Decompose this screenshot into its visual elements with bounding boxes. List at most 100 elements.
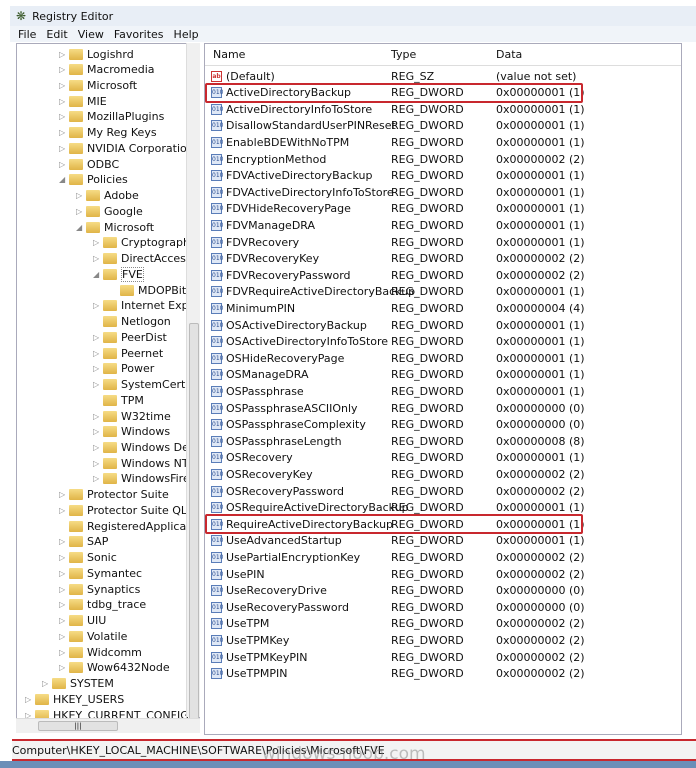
tree-item[interactable]: ▷ DirectAccessC: [93, 251, 199, 267]
value-row[interactable]: 010 FDVRequireActiveDirectoryBackup REG_DW…: [205, 284, 681, 300]
expand-arrow-icon[interactable]: ▷: [93, 301, 103, 310]
column-name[interactable]: Name: [213, 48, 245, 61]
collapse-arrow-icon[interactable]: ◢: [59, 175, 69, 184]
value-row[interactable]: 010 EnableBDEWithNoTPM REG_DWORD 0x00000001…: [205, 134, 681, 150]
value-row[interactable]: 010 OSRecoveryPassword REG_DWORD 0x00000002…: [205, 483, 681, 499]
tree-item[interactable]: ▷ Microsoft: [59, 77, 137, 93]
expand-arrow-icon[interactable]: ▷: [93, 254, 103, 263]
value-row[interactable]: 010 OSPassphrase REG_DWORD 0x00000001 (1): [205, 383, 681, 399]
expand-arrow-icon[interactable]: ▷: [93, 333, 103, 342]
expand-arrow-icon[interactable]: ▷: [93, 364, 103, 373]
tree-horizontal-scrollbar[interactable]: |||: [16, 718, 200, 733]
tree-item[interactable]: ▷ Windows NT: [93, 455, 189, 471]
value-row[interactable]: 010 OSRequireActiveDirectoryBackup REG_DWO…: [205, 500, 681, 516]
value-row[interactable]: 010 UseAdvancedStartup REG_DWORD 0x00000001…: [205, 533, 681, 549]
value-row[interactable]: 010 UsePIN REG_DWORD 0x00000002 (2): [205, 566, 681, 582]
expand-arrow-icon[interactable]: ▷: [59, 600, 69, 609]
tree-item[interactable]: ▷ Internet Explor: [93, 298, 199, 314]
value-row[interactable]: ab (Default) REG_SZ (value not set): [205, 68, 681, 84]
value-row[interactable]: 010 OSHideRecoveryPage REG_DWORD 0x00000001…: [205, 350, 681, 366]
expand-arrow-icon[interactable]: ▷: [59, 506, 69, 515]
tree-item[interactable]: ◢ FVE: [93, 266, 144, 282]
tree-item[interactable]: ▷ Wow6432Node: [59, 660, 170, 676]
expand-arrow-icon[interactable]: ▷: [76, 191, 86, 200]
value-row[interactable]: 010 OSActiveDirectoryBackup REG_DWORD 0x000…: [205, 317, 681, 333]
scrollbar-thumb[interactable]: |||: [38, 721, 118, 731]
value-row[interactable]: 010 UseTPMKey REG_DWORD 0x00000002 (2): [205, 632, 681, 648]
menu-edit[interactable]: Edit: [46, 28, 67, 41]
expand-arrow-icon[interactable]: ▷: [59, 160, 69, 169]
value-row[interactable]: 010 UseTPMKeyPIN REG_DWORD 0x00000002 (2): [205, 649, 681, 665]
value-row[interactable]: 010 OSActiveDirectoryInfoToStore REG_DWORD…: [205, 334, 681, 350]
expand-arrow-icon[interactable]: ▷: [76, 207, 86, 216]
expand-arrow-icon[interactable]: ▷: [59, 65, 69, 74]
value-row[interactable]: 010 OSRecovery REG_DWORD 0x00000001 (1): [205, 450, 681, 466]
value-row[interactable]: 010 UseRecoveryDrive REG_DWORD 0x00000000 (…: [205, 583, 681, 599]
tree-item[interactable]: ▷ UIU: [59, 613, 106, 629]
tree-item[interactable]: ▷ Windows: [93, 424, 170, 440]
tree-item[interactable]: ▷ WindowsFirew: [93, 471, 199, 487]
expand-arrow-icon[interactable]: ▷: [59, 553, 69, 562]
tree-item[interactable]: ◢ Microsoft: [76, 219, 154, 235]
tree-item[interactable]: ▷ Peernet: [93, 345, 163, 361]
expand-arrow-icon[interactable]: ▷: [59, 663, 69, 672]
tree-item[interactable]: ▷ tdbg_trace: [59, 597, 146, 613]
value-row[interactable]: 010 OSPassphraseComplexity REG_DWORD 0x0000…: [205, 417, 681, 433]
value-row[interactable]: 010 FDVManageDRA REG_DWORD 0x00000001 (1): [205, 217, 681, 233]
tree-item[interactable]: RegisteredApplication: [59, 518, 199, 534]
expand-arrow-icon[interactable]: ▷: [59, 112, 69, 121]
value-row[interactable]: 010 OSRecoveryKey REG_DWORD 0x00000002 (2): [205, 466, 681, 482]
tree-item[interactable]: ▷ Logishrd: [59, 46, 134, 62]
tree-item[interactable]: ▷ Macromedia: [59, 62, 155, 78]
tree-item[interactable]: ▷ SYSTEM: [42, 676, 114, 692]
expand-arrow-icon[interactable]: ▷: [59, 585, 69, 594]
expand-arrow-icon[interactable]: ▷: [59, 144, 69, 153]
tree-item[interactable]: ◢ Policies: [59, 172, 128, 188]
value-row[interactable]: 010 MinimumPIN REG_DWORD 0x00000004 (4): [205, 300, 681, 316]
values-list[interactable]: Name Type Data ab (Default) REG_SZ (value n…: [204, 43, 682, 735]
expand-arrow-icon[interactable]: ▷: [93, 412, 103, 421]
menu-help[interactable]: Help: [174, 28, 199, 41]
value-row[interactable]: 010 FDVRecoveryKey REG_DWORD 0x00000002 (2): [205, 251, 681, 267]
tree-item[interactable]: ▷ Synaptics: [59, 581, 140, 597]
value-row[interactable]: 010 OSManageDRA REG_DWORD 0x00000001 (1): [205, 367, 681, 383]
menu-favorites[interactable]: Favorites: [114, 28, 164, 41]
tree-item[interactable]: ▷ PeerDist: [93, 329, 167, 345]
tree-item[interactable]: ▷ NVIDIA Corporation: [59, 140, 194, 156]
tree-item[interactable]: ▷ MozillaPlugins: [59, 109, 164, 125]
tree-item[interactable]: ▷ My Reg Keys: [59, 125, 157, 141]
collapse-arrow-icon[interactable]: ◢: [76, 223, 86, 232]
value-row[interactable]: 010 FDVActiveDirectoryBackup REG_DWORD 0x00…: [205, 168, 681, 184]
value-row[interactable]: 010 FDVRecovery REG_DWORD 0x00000001 (1): [205, 234, 681, 250]
expand-arrow-icon[interactable]: ▷: [59, 50, 69, 59]
expand-arrow-icon[interactable]: ▷: [93, 238, 103, 247]
tree-vertical-scrollbar[interactable]: [186, 43, 200, 723]
tree-item[interactable]: ▷ Protector Suite QL: [59, 502, 187, 518]
value-row[interactable]: 010 OSPassphraseLength REG_DWORD 0x00000008…: [205, 433, 681, 449]
expand-arrow-icon[interactable]: ▷: [59, 632, 69, 641]
expand-arrow-icon[interactable]: ▷: [93, 427, 103, 436]
key-tree[interactable]: ▷ Logishrd ▷ Macromedia ▷ Microsoft ▷ MIE ▷ Mozil…: [16, 43, 200, 733]
expand-arrow-icon[interactable]: ▷: [93, 459, 103, 468]
tree-item[interactable]: ▷ Power: [93, 361, 154, 377]
value-row[interactable]: 010 OSPassphraseASCIIOnly REG_DWORD 0x00000…: [205, 400, 681, 416]
scrollbar-thumb[interactable]: [189, 323, 199, 723]
expand-arrow-icon[interactable]: ▷: [93, 380, 103, 389]
tree-item[interactable]: ▷ Cryptography: [93, 235, 196, 251]
value-row[interactable]: 010 EncryptionMethod REG_DWORD 0x00000002 (…: [205, 151, 681, 167]
column-type[interactable]: Type: [391, 48, 416, 61]
tree-item[interactable]: ▷ W32time: [93, 408, 171, 424]
tree-item[interactable]: ▷ Windows Defe: [93, 440, 199, 456]
tree-item[interactable]: ▷ HKEY_USERS: [25, 691, 124, 707]
menu-file[interactable]: File: [18, 28, 36, 41]
value-row[interactable]: 010 FDVRecoveryPassword REG_DWORD 0x0000000…: [205, 267, 681, 283]
expand-arrow-icon[interactable]: ▷: [59, 97, 69, 106]
expand-arrow-icon[interactable]: ▷: [59, 648, 69, 657]
expand-arrow-icon[interactable]: ▷: [42, 679, 52, 688]
expand-arrow-icon[interactable]: ▷: [59, 537, 69, 546]
tree-item[interactable]: ▷ MIE: [59, 93, 107, 109]
tree-item[interactable]: TPM: [93, 392, 144, 408]
value-row[interactable]: 010 ActiveDirectoryInfoToStore REG_DWORD 0x…: [205, 101, 681, 117]
tree-item[interactable]: ▷ Adobe: [76, 188, 139, 204]
value-row[interactable]: 010 FDVHideRecoveryPage REG_DWORD 0x0000000…: [205, 201, 681, 217]
